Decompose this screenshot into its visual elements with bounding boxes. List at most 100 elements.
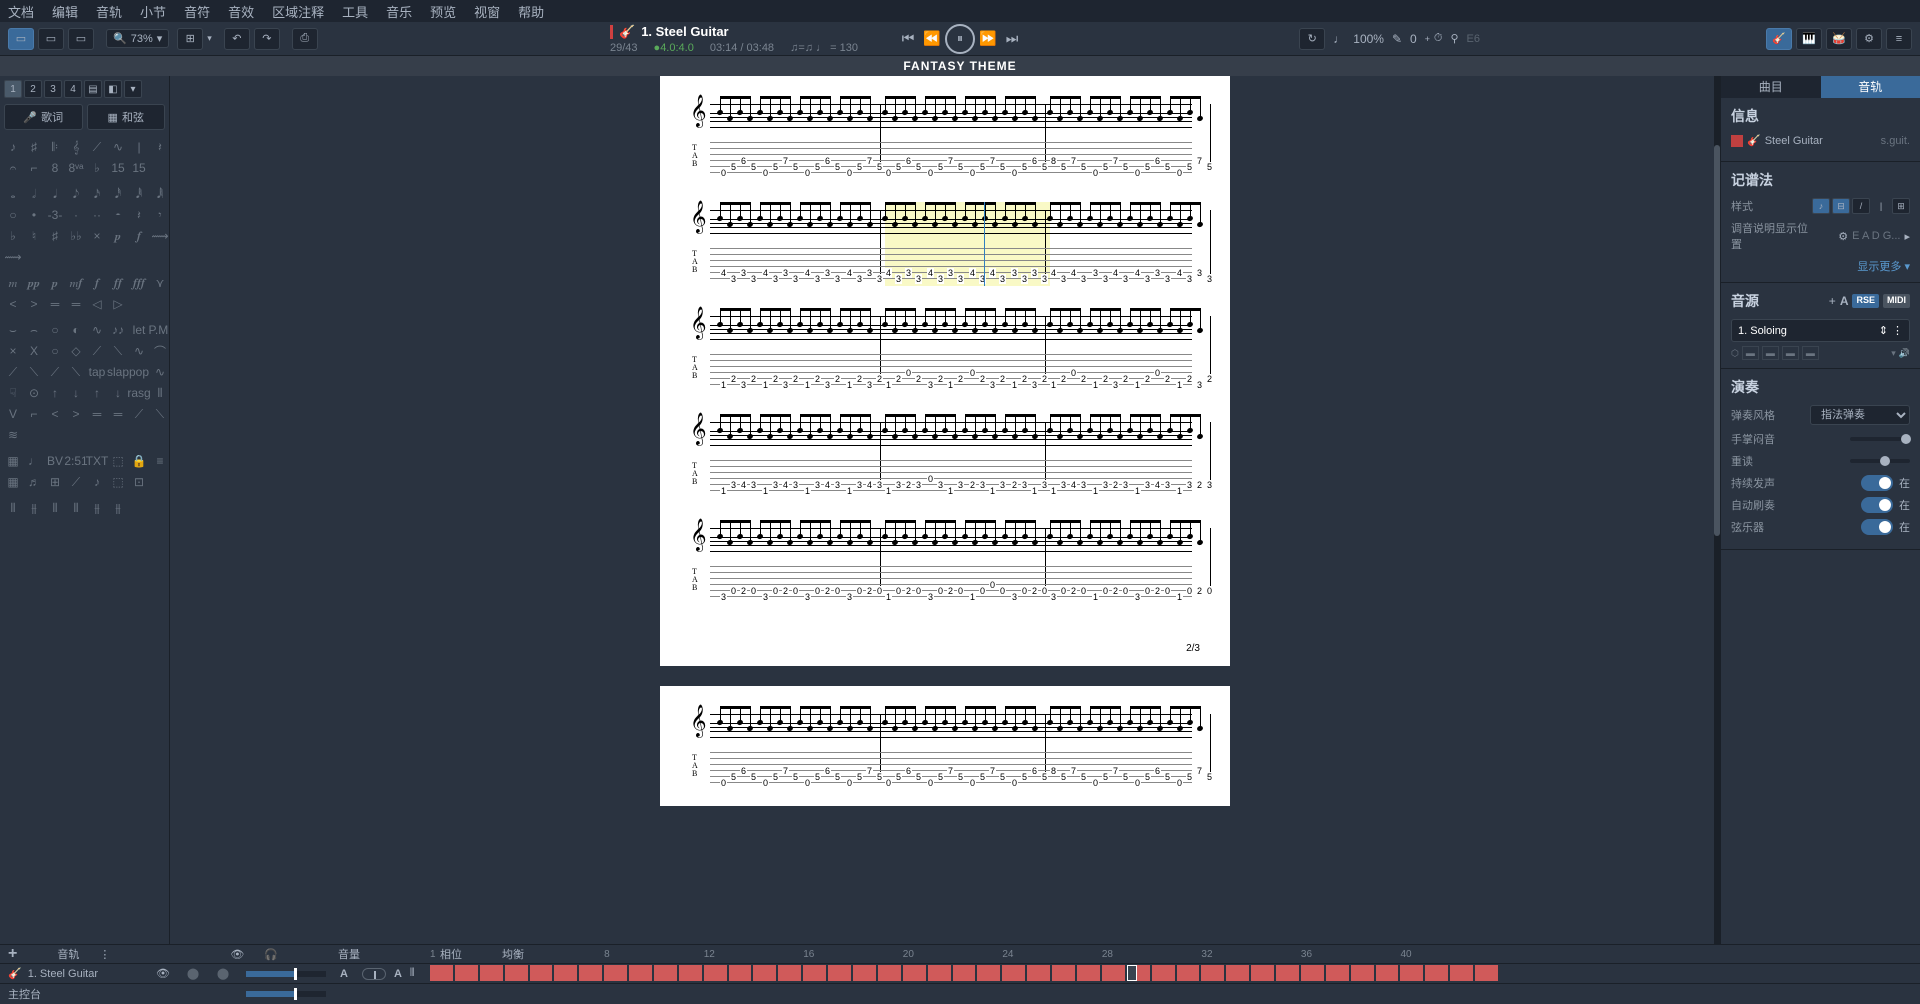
chord-mode-btn[interactable]: ▦和弦 xyxy=(87,104,166,130)
palette-item[interactable]: pop xyxy=(130,363,148,381)
bar-clip[interactable] xyxy=(629,965,653,981)
eq-btn[interactable]: ⫴ xyxy=(410,967,415,980)
chevron-right-icon[interactable]: ▸ xyxy=(1904,230,1910,243)
style-standard-btn[interactable]: ♪ xyxy=(1812,198,1830,214)
palette-item[interactable]: BV xyxy=(46,452,64,470)
bar-clip[interactable] xyxy=(878,965,902,981)
add-track-btn[interactable]: + xyxy=(8,945,17,963)
bar-clip[interactable] xyxy=(1152,965,1176,981)
auto-icon[interactable]: A xyxy=(394,968,402,980)
rse-badge[interactable]: RSE xyxy=(1852,294,1879,308)
palette-item[interactable]: 𝆐𝆑 xyxy=(67,274,85,292)
fx-icon[interactable]: ⬡ xyxy=(1731,348,1739,359)
palette-item[interactable]: P.M. xyxy=(151,321,169,339)
solo-icon[interactable]: ⬤ xyxy=(187,967,199,980)
bar-clip[interactable] xyxy=(928,965,952,981)
palette-item[interactable]: | xyxy=(130,138,148,156)
style-slash-btn[interactable]: / xyxy=(1852,198,1870,214)
chevron-down-icon[interactable]: ▾ xyxy=(1891,348,1896,359)
bar-clip[interactable] xyxy=(579,965,603,981)
undo-btn[interactable]: ↶ xyxy=(224,28,250,50)
palette-item[interactable] xyxy=(151,473,169,491)
headphone-icon[interactable]: 🎧 xyxy=(264,948,278,961)
palette-item[interactable]: ⟋ xyxy=(88,138,106,156)
style-tab-btn[interactable]: ⊟ xyxy=(1832,198,1850,214)
menu-文档[interactable]: 文档 xyxy=(8,2,34,21)
palette-item[interactable]: ◐ xyxy=(67,321,85,339)
bar-clip[interactable] xyxy=(1276,965,1300,981)
mixer-panel-btn[interactable]: ≡ xyxy=(1886,28,1912,50)
palette-item[interactable]: ═ xyxy=(88,405,106,423)
loop-btn[interactable]: ↻ xyxy=(1299,28,1325,50)
master-row[interactable]: 主控台 xyxy=(0,983,1920,1003)
palette-item[interactable]: • xyxy=(25,206,43,224)
palette-item[interactable]: ⫵ xyxy=(88,499,106,517)
bar-clip[interactable] xyxy=(1002,965,1026,981)
voice-tab-3[interactable]: 3 xyxy=(44,80,62,98)
palette-item[interactable]: ═ xyxy=(67,295,85,313)
palette-item[interactable]: 𝄼 xyxy=(109,206,127,224)
layout-btn[interactable]: ⊞ xyxy=(177,28,203,50)
palette-item[interactable]: slap xyxy=(109,363,127,381)
palette-item[interactable]: 𝆏𝆏 xyxy=(25,274,43,292)
palette-item[interactable]: ↓ xyxy=(109,384,127,402)
palette-item[interactable]: 𝄽 xyxy=(130,206,148,224)
bar-clip[interactable] xyxy=(480,965,504,981)
bar-clip[interactable] xyxy=(953,965,977,981)
menu-音效[interactable]: 音效 xyxy=(228,2,254,21)
menu-区域注释[interactable]: 区域注释 xyxy=(272,2,324,21)
palette-item[interactable]: ♭ xyxy=(88,159,106,177)
palette-item[interactable]: ⟋ xyxy=(130,405,148,423)
gear-icon[interactable]: ⚙ xyxy=(1838,230,1848,243)
palette-item[interactable]: ♩ xyxy=(25,452,43,470)
play-style-select[interactable]: 指法弹奏 xyxy=(1810,405,1910,425)
palette-item[interactable]: ≋ xyxy=(4,426,22,444)
palette-item[interactable]: ∿ xyxy=(151,363,169,381)
palette-item[interactable]: ⟋ xyxy=(46,363,64,381)
bar-clip[interactable] xyxy=(704,965,728,981)
palette-item[interactable]: ♪♪ xyxy=(109,321,127,339)
menu-工具[interactable]: 工具 xyxy=(342,2,368,21)
palette-item[interactable]: 𝆑 xyxy=(130,227,148,245)
bar-clip[interactable] xyxy=(1400,965,1424,981)
palm-mute-slider[interactable] xyxy=(1850,437,1910,441)
bar-clip[interactable] xyxy=(828,965,852,981)
menu-音轨[interactable]: 音轨 xyxy=(96,2,122,21)
bar-clip[interactable] xyxy=(1301,965,1325,981)
print-btn[interactable]: ⎙ xyxy=(292,28,318,50)
palette-item[interactable]: ⫴ xyxy=(4,499,22,517)
sustain-toggle[interactable] xyxy=(1861,475,1893,491)
master-volume-slider[interactable] xyxy=(246,991,326,997)
track-short-name[interactable]: s.guit. xyxy=(1881,135,1910,147)
bar-clip[interactable] xyxy=(1425,965,1449,981)
palette-item[interactable]: < xyxy=(4,295,22,313)
palette-item[interactable]: ∿ xyxy=(109,138,127,156)
palette-item[interactable]: ⌣ xyxy=(4,321,22,339)
palette-item[interactable]: 15 xyxy=(109,159,127,177)
palette-item[interactable]: ⌐ xyxy=(25,159,43,177)
palette-item[interactable]: 𝅘𝅥𝅲 xyxy=(151,185,169,203)
palette-item[interactable]: 𝅗𝅥 xyxy=(25,185,43,203)
play-pause-btn[interactable]: ⏸ xyxy=(945,24,975,54)
speaker-icon[interactable]: 🔊 xyxy=(1899,348,1910,359)
palette-item[interactable]: ═ xyxy=(109,405,127,423)
palette-item[interactable]: ⟋ xyxy=(4,363,22,381)
voice-tab-2[interactable]: 2 xyxy=(24,80,42,98)
strings-toggle[interactable] xyxy=(1861,519,1893,535)
bar-clip[interactable] xyxy=(654,965,678,981)
palette-item[interactable]: 8ᵛᵃ xyxy=(67,159,85,177)
bar-clip[interactable] xyxy=(1475,965,1499,981)
bar-clip[interactable] xyxy=(1226,965,1250,981)
palette-item[interactable]: ⫵ xyxy=(25,499,43,517)
bar-clip[interactable] xyxy=(729,965,753,981)
view-page-btn[interactable]: ▭ xyxy=(8,28,34,50)
palette-item[interactable]: X xyxy=(25,342,43,360)
menu-帮助[interactable]: 帮助 xyxy=(518,2,544,21)
bar-clip[interactable] xyxy=(1326,965,1350,981)
palette-item[interactable]: ↓ xyxy=(67,384,85,402)
palette-item[interactable]: 𝅘𝅥𝅱 xyxy=(130,185,148,203)
fx-slot[interactable]: ▬ xyxy=(1762,346,1779,360)
palette-item[interactable]: ↑ xyxy=(46,384,64,402)
piano-panel-btn[interactable]: 🎹 xyxy=(1796,28,1822,50)
fx-slot[interactable]: ▬ xyxy=(1742,346,1759,360)
